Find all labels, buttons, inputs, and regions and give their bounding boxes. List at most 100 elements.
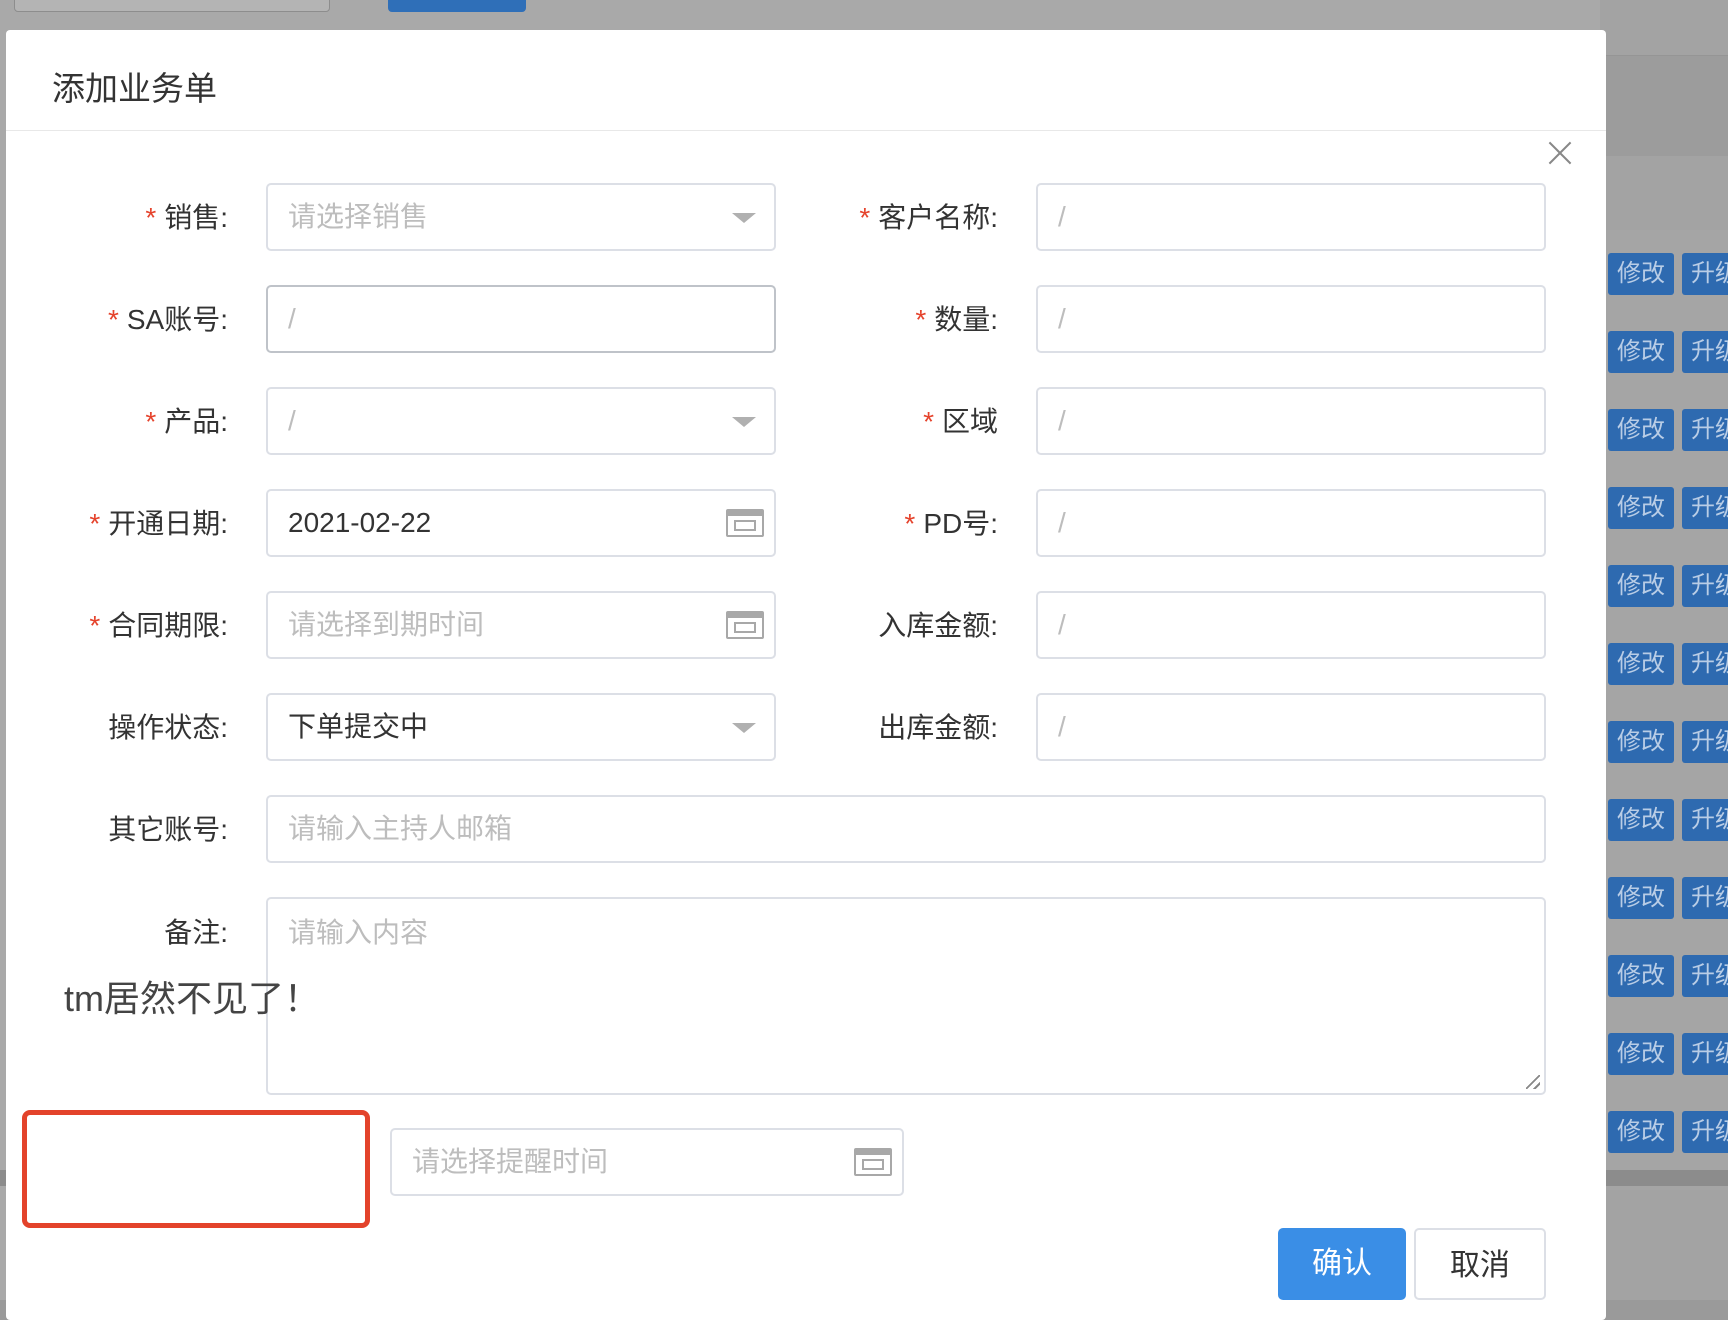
other-account-input[interactable]: 请输入主持人邮箱	[266, 795, 1546, 863]
background-button	[388, 0, 526, 12]
upgrade-button: 升级	[1682, 409, 1728, 451]
open-date-label-text: 开通日期:	[108, 508, 228, 539]
inbound-amount-label: 入库金额:	[878, 610, 998, 641]
upgrade-button: 升级	[1682, 799, 1728, 841]
background-row-action: 修改 升级	[1608, 331, 1728, 373]
annotation-text: tm居然不见了！	[64, 978, 320, 1019]
reminder-time-picker[interactable]: 请选择提醒时间	[390, 1128, 904, 1196]
quantity-label: * 数量:	[778, 285, 998, 355]
required-mark: *	[145, 202, 157, 233]
sa-account-input[interactable]: /	[266, 285, 776, 353]
customer-label-text: 客户名称:	[878, 202, 998, 233]
sa-account-label: * SA账号:	[8, 285, 228, 355]
pd-no-input[interactable]: /	[1036, 489, 1546, 557]
inbound-amount-input[interactable]: /	[1036, 591, 1546, 659]
edit-button: 修改	[1608, 643, 1674, 685]
outbound-amount-input[interactable]: /	[1036, 693, 1546, 761]
calendar-icon	[726, 611, 764, 639]
edit-button: 修改	[1608, 1033, 1674, 1075]
reminder-placeholder: 请选择提醒时间	[412, 1146, 609, 1177]
upgrade-button: 升级	[1682, 877, 1728, 919]
region-value: /	[1058, 405, 1066, 436]
product-value: /	[288, 405, 296, 436]
chevron-down-icon	[732, 417, 756, 427]
sa-account-value: /	[288, 303, 296, 334]
product-label: * 产品:	[8, 387, 228, 457]
dialog-title: 添加业务单	[52, 70, 217, 107]
customer-name-input[interactable]: /	[1036, 183, 1546, 251]
pd-no-label-text: PD号:	[923, 508, 998, 539]
edit-button: 修改	[1608, 877, 1674, 919]
upgrade-button: 升级	[1682, 1111, 1728, 1153]
edit-button: 修改	[1608, 409, 1674, 451]
contract-term-picker[interactable]: 请选择到期时间	[266, 591, 776, 659]
upgrade-button: 升级	[1682, 253, 1728, 295]
other-account-placeholder: 请输入主持人邮箱	[288, 813, 513, 844]
open-date-picker[interactable]: 2021-02-22	[266, 489, 776, 557]
background-row-action: 修改 升级	[1608, 721, 1728, 763]
background-row-action: 修改 升级	[1608, 487, 1728, 529]
upgrade-button: 升级	[1682, 331, 1728, 373]
edit-button: 修改	[1608, 955, 1674, 997]
edit-button: 修改	[1608, 331, 1674, 373]
upgrade-button: 升级	[1682, 721, 1728, 763]
contract-term-placeholder: 请选择到期时间	[288, 609, 485, 640]
upgrade-button: 升级	[1682, 565, 1728, 607]
edit-button: 修改	[1608, 1111, 1674, 1153]
required-mark: *	[89, 508, 101, 539]
background-header-band	[1600, 55, 1728, 156]
cancel-button[interactable]: 取消	[1414, 1228, 1546, 1300]
background-row-action: 修改 升级	[1608, 955, 1728, 997]
remark-placeholder: 请输入内容	[288, 917, 429, 948]
background-input	[14, 0, 330, 12]
status-select[interactable]: 下单提交中	[266, 693, 776, 761]
edit-button: 修改	[1608, 253, 1674, 295]
highlight-box	[22, 1110, 370, 1228]
edit-button: 修改	[1608, 565, 1674, 607]
product-select[interactable]: /	[266, 387, 776, 455]
contract-term-label-text: 合同期限:	[108, 610, 228, 641]
outbound-amount-label: 出库金额:	[878, 712, 998, 743]
open-date-label: * 开通日期:	[8, 489, 228, 559]
background-row-action: 修改 升级	[1608, 643, 1728, 685]
status-label: 操作状态:	[108, 712, 228, 743]
sales-label: * 销售:	[8, 183, 228, 253]
customer-label: * 客户名称:	[778, 183, 998, 253]
edit-button: 修改	[1608, 799, 1674, 841]
contract-term-label: * 合同期限:	[8, 591, 228, 661]
confirm-button[interactable]: 确认	[1278, 1228, 1406, 1300]
sa-account-label-text: SA账号:	[126, 304, 228, 335]
outbound-amount-value: /	[1058, 711, 1066, 742]
upgrade-button: 升级	[1682, 643, 1728, 685]
close-icon[interactable]	[1540, 134, 1580, 174]
required-mark: *	[145, 406, 157, 437]
resize-handle-icon[interactable]	[1526, 1075, 1540, 1089]
inbound-amount-value: /	[1058, 609, 1066, 640]
open-date-value: 2021-02-22	[288, 507, 432, 538]
product-label-text: 产品:	[164, 406, 228, 437]
calendar-icon	[726, 509, 764, 537]
edit-button: 修改	[1608, 721, 1674, 763]
region-input[interactable]: /	[1036, 387, 1546, 455]
upgrade-button: 升级	[1682, 1033, 1728, 1075]
other-account-label: 其它账号:	[108, 814, 228, 845]
background-row-action: 修改 升级	[1608, 253, 1728, 295]
background-row-action: 修改 升级	[1608, 799, 1728, 841]
sales-select[interactable]: 请选择销售	[266, 183, 776, 251]
pd-no-label: * PD号:	[778, 489, 998, 559]
calendar-icon	[854, 1148, 892, 1176]
quantity-input[interactable]: /	[1036, 285, 1546, 353]
pd-no-value: /	[1058, 507, 1066, 538]
background-row-action: 修改 升级	[1608, 1111, 1728, 1153]
chevron-down-icon	[732, 213, 756, 223]
required-mark: *	[915, 304, 927, 335]
quantity-label-text: 数量:	[934, 304, 998, 335]
status-value: 下单提交中	[288, 711, 429, 742]
upgrade-button: 升级	[1682, 487, 1728, 529]
required-mark: *	[923, 406, 934, 437]
background-row-action: 修改 升级	[1608, 409, 1728, 451]
remark-textarea[interactable]: 请输入内容	[266, 897, 1546, 1095]
background-row-action: 修改 升级	[1608, 565, 1728, 607]
background-row-action: 修改 升级	[1608, 877, 1728, 919]
quantity-value: /	[1058, 303, 1066, 334]
